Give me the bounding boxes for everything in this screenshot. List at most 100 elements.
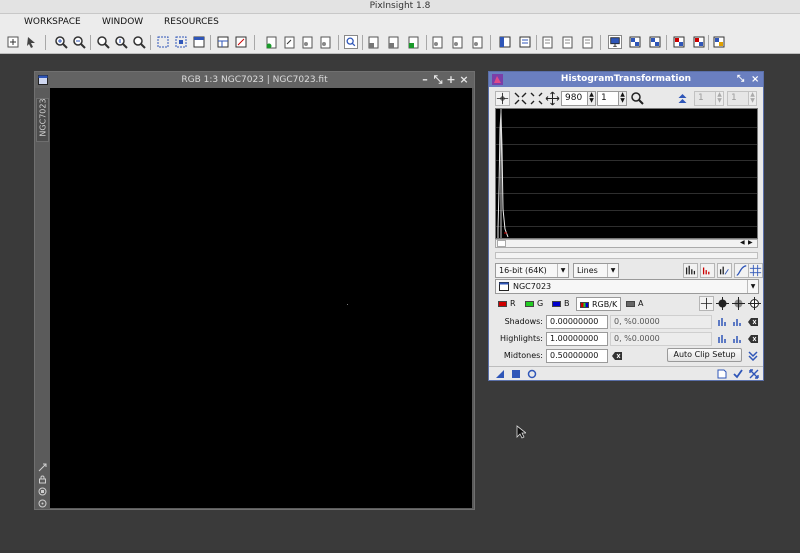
channel-b[interactable]: B: [552, 297, 570, 311]
workspace-4-icon[interactable]: [692, 35, 706, 49]
close-button[interactable]: ×: [458, 72, 470, 88]
expand-icon[interactable]: [38, 463, 47, 472]
channel-alpha[interactable]: A: [626, 297, 643, 311]
file-explorer-icon[interactable]: [560, 35, 574, 49]
range-a-input[interactable]: 1: [694, 91, 716, 106]
midtones-input[interactable]: 0.50000000: [546, 349, 608, 363]
info-icon[interactable]: [38, 499, 47, 508]
close-button[interactable]: ×: [751, 72, 759, 87]
show-stretch-icon[interactable]: [717, 263, 732, 278]
stf-icon[interactable]: [430, 35, 444, 49]
shade-button[interactable]: ⤡: [432, 72, 444, 88]
expand-down-icon[interactable]: [748, 351, 758, 361]
image-window-title-bar[interactable]: RGB 1:3 NGC7023 | NGC7023.fit – ⤡ + ×: [35, 72, 474, 88]
zoom-x-stepper[interactable]: ▲ ▼: [587, 91, 596, 106]
new-image-icon[interactable]: [264, 35, 278, 49]
mask-invert-icon[interactable]: [406, 35, 420, 49]
workspace-3-icon[interactable]: [672, 35, 686, 49]
scrollbar-thumb[interactable]: [497, 240, 506, 247]
link-arrow-icon[interactable]: [675, 91, 690, 106]
channel-rgbk[interactable]: RGB/K: [576, 297, 622, 311]
histogram-graph[interactable]: [495, 108, 758, 239]
open-image-icon[interactable]: [6, 35, 20, 49]
pan-icon[interactable]: [545, 91, 560, 106]
readout-icon[interactable]: [174, 35, 188, 49]
zoom-out-icon[interactable]: [72, 35, 86, 49]
documentation-icon[interactable]: [717, 369, 727, 379]
reset-icon[interactable]: [749, 369, 759, 379]
zoom-actual-icon[interactable]: [114, 35, 128, 49]
view-side-tab[interactable]: NGC7023: [36, 98, 49, 142]
histogram-scrollbar[interactable]: ◀ ▶: [495, 239, 758, 248]
duplicate-image-icon[interactable]: [282, 35, 296, 49]
histogram-title-bar[interactable]: HistogramTransformation ⤡ ×: [489, 72, 763, 87]
window-icon[interactable]: [38, 75, 48, 85]
zoom-out-arrows-icon[interactable]: [529, 91, 544, 106]
zoom-x-input[interactable]: 980: [561, 91, 588, 106]
show-histogram-icon[interactable]: [683, 263, 698, 278]
copy-image-icon[interactable]: [318, 35, 332, 49]
highlights-histogram-icon[interactable]: [718, 334, 728, 344]
shadows-reset-icon[interactable]: [748, 317, 758, 327]
shadows-target-icon[interactable]: [715, 296, 730, 311]
range-b-input[interactable]: 1: [727, 91, 749, 106]
zoom-in-icon[interactable]: [54, 35, 68, 49]
mask-icon[interactable]: [38, 487, 47, 496]
scroll-right-icon[interactable]: ▶: [748, 239, 753, 246]
edit-preview-icon[interactable]: [234, 35, 248, 49]
mask-show-icon[interactable]: [386, 35, 400, 49]
history-icon[interactable]: [518, 35, 532, 49]
frame-icon[interactable]: [192, 35, 206, 49]
zoom-window-icon[interactable]: [132, 35, 146, 49]
channel-r[interactable]: R: [498, 297, 516, 311]
menu-window[interactable]: WINDOW: [102, 14, 143, 30]
real-time-preview-icon[interactable]: [527, 369, 537, 379]
zoom-fit-icon[interactable]: [96, 35, 110, 49]
auto-clip-setup-button[interactable]: Auto Clip Setup: [667, 348, 742, 362]
workspace-1-icon[interactable]: [628, 35, 642, 49]
script-editor-icon[interactable]: [580, 35, 594, 49]
shadows-histogram-icon[interactable]: [718, 317, 728, 327]
highlights-target-icon[interactable]: [747, 296, 762, 311]
new-instance-icon[interactable]: [495, 369, 505, 379]
range-a-stepper[interactable]: ▲ ▼: [715, 91, 724, 106]
scroll-left-icon[interactable]: ◀: [740, 239, 745, 246]
process-explorer-icon[interactable]: [344, 35, 358, 49]
highlights-auto-icon[interactable]: [733, 334, 743, 344]
image-window[interactable]: RGB 1:3 NGC7023 | NGC7023.fit – ⤡ + × NG…: [34, 71, 475, 510]
midtones-target-icon[interactable]: [731, 296, 746, 311]
target-crosshair-icon[interactable]: [699, 296, 714, 311]
shadows-auto-icon[interactable]: [733, 317, 743, 327]
magnifier-icon[interactable]: [630, 91, 645, 106]
execute-icon[interactable]: [733, 369, 743, 379]
image-canvas[interactable]: [50, 88, 472, 508]
zoom-y-input[interactable]: 1: [597, 91, 619, 106]
clone-image-icon[interactable]: [300, 35, 314, 49]
stf-link-icon[interactable]: [450, 35, 464, 49]
menu-resources[interactable]: RESOURCES: [164, 14, 219, 30]
pointer-icon[interactable]: [24, 35, 38, 49]
minimize-button[interactable]: –: [419, 72, 431, 88]
show-curve-icon[interactable]: [734, 263, 749, 278]
show-clipping-icon[interactable]: [700, 263, 715, 278]
zoom-y-stepper[interactable]: ▲ ▼: [618, 91, 627, 106]
resolution-select[interactable]: 16-bit (64K) ▼: [495, 263, 569, 278]
stf-reset-icon[interactable]: [470, 35, 484, 49]
shade-button[interactable]: ⤡: [737, 72, 744, 87]
global-preferences-icon[interactable]: [712, 35, 726, 49]
view-select[interactable]: NGC7023 ▼: [495, 279, 759, 294]
fit-view-icon[interactable]: [156, 35, 170, 49]
mask-new-icon[interactable]: [366, 35, 380, 49]
view-explorer-icon[interactable]: [498, 35, 512, 49]
graph-style-select[interactable]: Lines ▼: [573, 263, 619, 278]
zoom-in-arrows-icon[interactable]: [513, 91, 528, 106]
midtones-reset-icon[interactable]: [612, 351, 622, 361]
menu-workspace[interactable]: WORKSPACE: [24, 14, 81, 30]
workspace-2-icon[interactable]: [648, 35, 662, 49]
preview-icon[interactable]: [216, 35, 230, 49]
crosshair-icon[interactable]: [495, 91, 510, 106]
lock-icon[interactable]: [38, 475, 47, 484]
shadows-input[interactable]: 0.00000000: [546, 315, 608, 329]
maximize-button[interactable]: +: [445, 72, 457, 88]
highlights-input[interactable]: 1.00000000: [546, 332, 608, 346]
